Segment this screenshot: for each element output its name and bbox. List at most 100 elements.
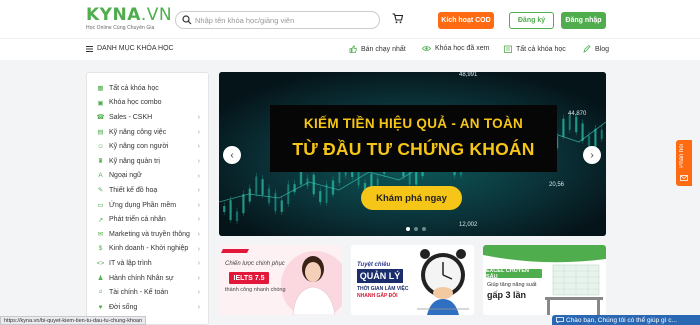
sidebar-item[interactable]: ✎ Thiết kế đồ hoạ ›: [87, 183, 208, 198]
chevron-right-icon: ›: [590, 149, 594, 161]
sidebar-item[interactable]: A Ngoại ngữ ›: [87, 169, 208, 184]
nav-best-seller[interactable]: Bán chạy nhất: [349, 45, 406, 53]
megaphone-icon: ✉: [97, 231, 104, 239]
sidebar-item-label: Kinh doanh - Khởi nghiệp: [109, 245, 189, 253]
sidebar-item-label: Khóa học combo: [109, 99, 162, 107]
sidebar-item[interactable]: ▣ Khóa học combo: [87, 96, 208, 111]
sidebar-item-label: Hành chính Nhân sự: [109, 274, 174, 282]
chat-text: Chào bạn, Chúng tôi có thể giúp gì c...: [566, 316, 677, 324]
nav-viewed-courses[interactable]: Khóa học đã xem: [422, 45, 489, 52]
life-icon: ♥: [98, 303, 103, 311]
people-icon: ☺: [97, 143, 104, 151]
sidebar-item[interactable]: ↗ Phát triển cá nhân ›: [87, 212, 208, 227]
chevron-left-icon: ‹: [230, 149, 234, 161]
sidebar-item[interactable]: ₫ Tài chính - Kế toán ›: [87, 285, 208, 300]
business-icon: $: [98, 245, 103, 253]
sidebar-item[interactable]: ♥ Đời sống ›: [87, 300, 208, 315]
language-icon: A: [98, 172, 103, 180]
chevron-right-icon: ›: [197, 230, 200, 238]
sidebar-item[interactable]: ✉ Marketing và truyền thông ›: [87, 227, 208, 242]
feedback-tab[interactable]: Phản hồi: [676, 140, 692, 186]
hero-banner[interactable]: 48,991 44,870 20,56 12,002 KIẾM TIỀN HIỆ…: [219, 72, 606, 236]
sidebar-item[interactable]: ▭ Ứng dụng Phần mềm ›: [87, 198, 208, 213]
login-button[interactable]: Đăng nhập: [561, 12, 606, 29]
kyna-logo[interactable]: KYNA.VN Học Online Cùng Chuyên Gia: [86, 5, 173, 32]
chevron-right-icon: ›: [197, 274, 200, 282]
slide-dot[interactable]: [406, 227, 410, 231]
sidebar-item-label: Kỹ năng quản trị: [109, 157, 160, 165]
chevron-right-icon: ›: [197, 114, 200, 122]
management-icon: ♜: [97, 158, 104, 166]
activate-cod-button[interactable]: Kích hoạt COD: [438, 12, 494, 29]
nav-viewed-courses-label: Khóa học đã xem: [435, 45, 490, 52]
sidebar-item[interactable]: ☺ Kỹ năng con người ›: [87, 139, 208, 154]
chart-number: 44,870: [568, 111, 587, 117]
chevron-right-icon: ›: [197, 303, 200, 311]
slide-dot[interactable]: [414, 227, 418, 231]
sidebar-item[interactable]: ♜ Kỹ năng quản trị ›: [87, 154, 208, 169]
nav-blog[interactable]: Blog: [583, 45, 609, 53]
course-card-ielts[interactable]: Chiến lược chinh phục IELTS 7.5 thành cô…: [219, 245, 342, 315]
chart-number: 12,002: [459, 222, 478, 228]
next-slide-button[interactable]: ›: [583, 146, 601, 164]
course-card-time-management[interactable]: Tuyệt chiêu QUẢN LÝ THỜI GIAN LÀM VIỆC N…: [351, 245, 474, 315]
sidebar-item[interactable]: <> IT và lập trình ›: [87, 256, 208, 271]
chevron-right-icon: ›: [197, 216, 200, 224]
sidebar-item[interactable]: ▦ Tất cả khóa học: [87, 81, 208, 96]
register-button[interactable]: Đăng ký: [509, 12, 554, 29]
banner-headline-line1: KIẾM TIỀN HIỆU QUẢ - AN TOÀN: [303, 116, 524, 131]
sidebar-item-label: Tài chính - Kế toán: [109, 289, 169, 297]
search-box[interactable]: [175, 11, 380, 29]
eye-icon: [422, 46, 431, 51]
logo-text: KYNA.VN: [86, 5, 173, 25]
card-caption: THỜI GIAN LÀM VIỆC: [357, 286, 409, 292]
software-icon: ▭: [97, 202, 104, 210]
card-subtitle: Tuyệt chiêu: [357, 262, 391, 268]
cart-icon[interactable]: [392, 13, 403, 24]
design-icon: ✎: [97, 187, 104, 195]
nav-all-courses[interactable]: Tất cả khóa học: [504, 45, 566, 53]
thumbs-up-icon: [349, 45, 357, 53]
sidebar-item[interactable]: $ Kinh doanh - Khởi nghiệp ›: [87, 242, 208, 257]
feedback-label: Phản hồi: [679, 144, 685, 168]
sidebar-item-label: Tất cả khóa học: [109, 84, 159, 92]
nav-all-courses-label: Tất cả khóa học: [516, 45, 566, 53]
site-header: KYNA.VN Học Online Cùng Chuyên Gia Kích …: [0, 0, 700, 38]
slide-dot[interactable]: [422, 227, 426, 231]
sidebar-item[interactable]: ▤ Kỹ năng công việc ›: [87, 125, 208, 140]
card-title: QUẢN LÝ: [357, 269, 403, 283]
banner-headline-box: KIẾM TIỀN HIỆU QUẢ - AN TOÀN TỪ ĐẦU TƯ C…: [270, 105, 557, 172]
courses-icon: [504, 45, 512, 53]
slide-indicators: [406, 227, 426, 231]
sidebar-item-label: Ngoại ngữ: [109, 172, 142, 180]
chart-number: 48,991: [459, 72, 478, 78]
sidebar-item[interactable]: ☎ Sales - CSKH ›: [87, 110, 208, 125]
explore-now-button[interactable]: Khám phá ngay: [361, 186, 462, 210]
sales-icon: ☎: [96, 114, 105, 122]
course-card-excel[interactable]: EXCEL CHUYÊN SÂU Giúp tăng năng suất gấp…: [483, 245, 606, 315]
chevron-right-icon: ›: [197, 128, 200, 136]
nav-best-seller-label: Bán chạy nhất: [361, 45, 406, 53]
chevron-right-icon: ›: [197, 245, 200, 253]
briefcase-icon: ▤: [97, 129, 104, 137]
grid-icon: ▦: [97, 85, 104, 93]
blog-icon: [583, 45, 591, 53]
sidebar-item-label: Thiết kế đồ hoạ: [109, 186, 158, 194]
prev-slide-button[interactable]: ‹: [223, 146, 241, 164]
sidebar-item[interactable]: ♟ Hành chính Nhân sự ›: [87, 271, 208, 286]
category-menu-button[interactable]: DANH MỤC KHÓA HỌC: [86, 45, 174, 52]
search-input[interactable]: [195, 14, 375, 26]
banner-headline-line2: TỪ ĐẦU TƯ CHỨNG KHOÁN: [292, 139, 535, 159]
chevron-right-icon: ›: [197, 187, 200, 195]
sidebar-item-label: IT và lập trình: [109, 259, 152, 267]
sidebar-item-label: Ứng dụng Phần mềm: [109, 201, 177, 209]
finance-icon: ₫: [98, 289, 103, 297]
combo-icon: ▣: [97, 99, 104, 107]
category-sidebar: ▦ Tất cả khóa học ▣ Khóa học combo ☎ Sales - …: [86, 72, 209, 325]
excel-card-art: [483, 245, 606, 315]
chevron-right-icon: ›: [197, 201, 200, 209]
chevron-right-icon: ›: [197, 157, 200, 165]
card-title: gấp 3 lần: [487, 290, 527, 300]
chat-widget[interactable]: Chào bạn, Chúng tôi có thể giúp gì c...: [552, 315, 700, 325]
sidebar-item-label: Sales - CSKH: [109, 113, 153, 121]
